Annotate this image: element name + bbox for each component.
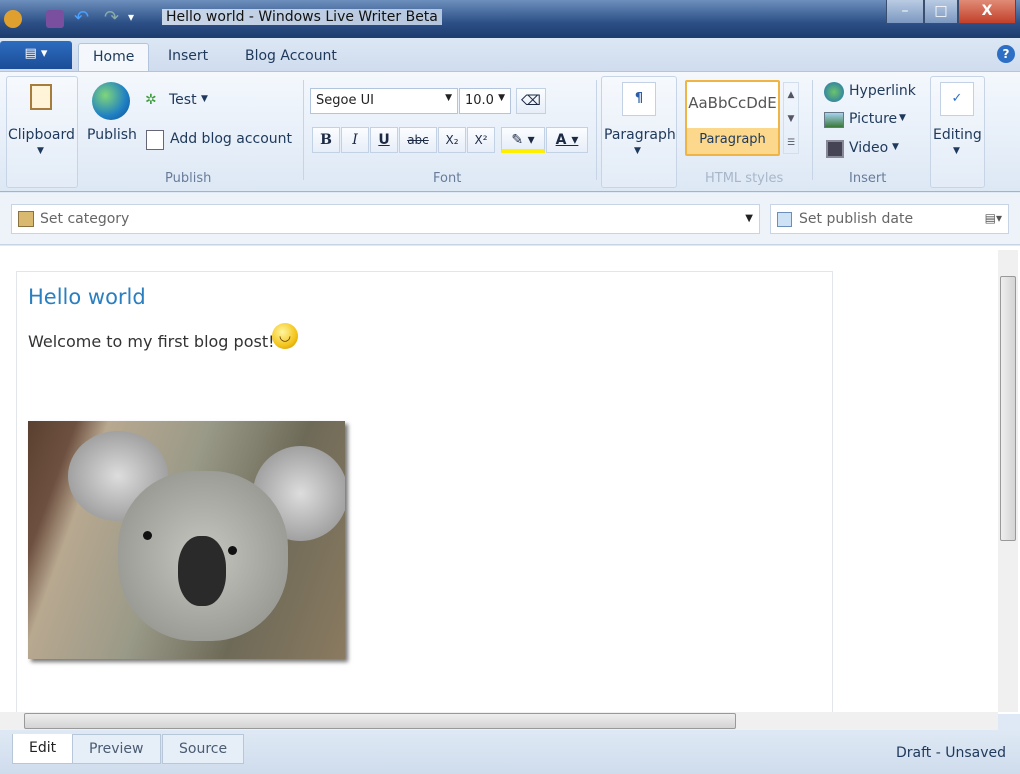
horizontal-scroll-thumb[interactable]	[24, 713, 736, 729]
paragraph-icon: ¶	[622, 82, 656, 116]
font-family-value: Segoe UI	[316, 93, 374, 108]
italic-button[interactable]: I	[341, 127, 369, 153]
strikethrough-button[interactable]: abc	[399, 127, 437, 153]
clipboard-icon	[30, 84, 52, 110]
help-icon[interactable]: ?	[997, 45, 1015, 63]
font-size-select[interactable]: 10.0 ▼	[459, 88, 511, 114]
spellcheck-icon: ✓	[940, 82, 974, 116]
publish-date-placeholder: Set publish date	[799, 211, 914, 227]
font-size-value: 10.0	[465, 93, 494, 108]
add-blog-account-button[interactable]: Add blog account	[170, 131, 292, 147]
divider	[303, 80, 304, 180]
horizontal-scrollbar[interactable]	[0, 712, 998, 730]
draft-status: Draft - Unsaved	[896, 745, 1007, 761]
undo-icon[interactable]: ↶	[74, 9, 92, 28]
chevron-down-icon: ▼	[37, 146, 44, 156]
chevron-down-icon: ▼	[745, 213, 753, 224]
font-color-button[interactable]: A ▾	[546, 127, 588, 153]
vertical-scroll-thumb[interactable]	[1000, 276, 1016, 541]
group-label-styles: HTML styles	[705, 171, 784, 186]
tab-insert[interactable]: Insert	[154, 43, 222, 72]
group-label-font: Font	[433, 171, 462, 186]
chevron-down-icon: ▼	[953, 146, 960, 156]
group-label-publish: Publish	[165, 171, 212, 186]
chevron-down-icon: ▼	[201, 94, 208, 104]
superscript-button[interactable]: X²	[467, 127, 495, 153]
tab-home[interactable]: Home	[78, 43, 150, 72]
hyperlink-button[interactable]: Hyperlink	[849, 83, 916, 99]
clipboard-label: Clipboard	[8, 127, 75, 143]
font-color-label: A	[555, 132, 567, 148]
divider	[812, 80, 813, 180]
chevron-down-icon: ▼	[899, 113, 906, 123]
paragraph-label: Paragraph	[604, 127, 676, 143]
category-icon	[18, 211, 34, 227]
koala-image[interactable]	[28, 421, 345, 659]
tab-preview[interactable]: Preview	[72, 734, 161, 764]
add-account-icon	[146, 130, 164, 150]
category-placeholder: Set category	[40, 211, 130, 227]
style-name: Paragraph	[699, 132, 766, 147]
chevron-down-icon: ▼	[892, 142, 899, 152]
picture-button[interactable]: Picture	[849, 111, 897, 127]
customize-icon[interactable]: ▾	[128, 10, 146, 28]
editing-label: Editing	[933, 127, 982, 143]
video-icon	[826, 140, 844, 158]
subscript-button[interactable]: X₂	[438, 127, 466, 153]
ribbon-tabs	[0, 38, 1020, 72]
clear-formatting-icon[interactable]: ⌫	[516, 88, 546, 114]
publish-button[interactable]: Publish	[87, 127, 137, 143]
test-button[interactable]: Test	[169, 92, 197, 108]
tab-source[interactable]: Source	[162, 734, 245, 764]
underline-button[interactable]: U	[370, 127, 398, 153]
hyperlink-icon	[824, 82, 844, 102]
chevron-down-icon: ▼	[634, 146, 641, 156]
picture-icon	[824, 112, 844, 128]
video-button[interactable]: Video	[849, 140, 888, 156]
vertical-scrollbar[interactable]	[998, 250, 1018, 712]
tab-edit[interactable]: Edit	[12, 734, 74, 764]
divider	[596, 80, 597, 180]
publish-globe-icon	[92, 82, 130, 120]
smiley-emoticon: ◡	[272, 323, 298, 349]
maximize-button[interactable]: □	[924, 0, 958, 24]
font-family-select[interactable]: Segoe UI ▼	[310, 88, 458, 114]
post-text[interactable]: Welcome to my first blog post!	[28, 332, 275, 351]
date-icon	[777, 212, 792, 227]
window-title: Hello world - Windows Live Writer Beta	[162, 9, 442, 25]
post-title[interactable]: Hello world	[28, 285, 146, 309]
highlight-button[interactable]: ✎ ▾	[501, 127, 545, 153]
bold-button[interactable]: B	[312, 127, 340, 153]
app-icon	[4, 10, 22, 28]
save-icon[interactable]	[46, 10, 64, 28]
style-paragraph[interactable]: AaBbCcDdE Paragraph	[685, 80, 780, 156]
category-select[interactable]: Set category ▼	[11, 204, 760, 234]
minimize-button[interactable]: –	[886, 0, 924, 24]
test-icon: ✲	[145, 92, 157, 108]
calendar-icon[interactable]: ▤▾	[985, 211, 1002, 225]
title-bar	[0, 0, 1020, 38]
group-label-insert: Insert	[849, 171, 887, 186]
publish-date-field[interactable]: Set publish date ▤▾	[770, 204, 1009, 234]
redo-icon[interactable]: ↷	[104, 9, 122, 28]
styles-scroll[interactable]: ▲ ▼ ☰	[783, 82, 799, 154]
tab-blog-account[interactable]: Blog Account	[231, 43, 351, 72]
app-menu-button[interactable]: ▤ ▾	[0, 41, 72, 69]
style-preview: AaBbCcDdE	[687, 82, 778, 128]
close-button[interactable]: X	[958, 0, 1016, 24]
